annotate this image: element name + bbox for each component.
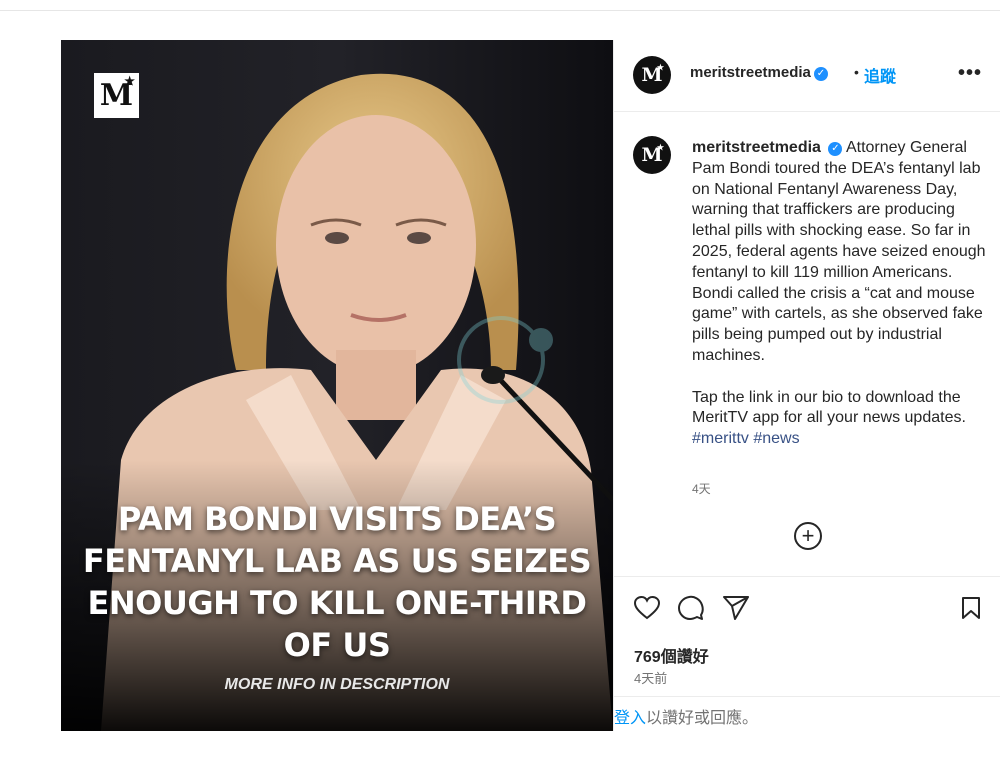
separator-dot: • [854,64,859,80]
login-prompt-text: 以讚好或回應。 [646,710,759,727]
paper-plane-icon[interactable] [721,593,751,623]
caption-text: Attorney General Pam Bondi toured the DE… [692,139,986,364]
post-image[interactable]: M ★ PAM BONDI VISITS DEA’S FENTANYL LAB A… [61,40,613,731]
caption-text-2: Tap the link in our bio to download the … [692,388,966,427]
hashtag-merittv[interactable]: #merittv [692,430,749,447]
header-avatar[interactable]: M ★ [633,56,671,94]
action-bar: 769個讚好 4天前 [614,576,1000,696]
login-link[interactable]: 登入 [614,710,646,727]
hashtag-news[interactable]: #news [753,430,799,447]
more-info-text: MORE INFO IN DESCRIPTION [224,676,450,693]
add-comment-button[interactable]: + [794,522,822,550]
caption-avatar[interactable]: M ★ [633,136,671,174]
post-sidebar: M ★ meritstreetmedia ✓ • 追蹤 ••• M ★ meritst… [613,40,1000,731]
verified-badge-icon: ✓ [813,66,828,81]
post-timestamp: 4天前 [634,671,668,686]
caption-username[interactable]: meritstreetmedia [692,139,821,156]
comment-bubble-icon[interactable] [676,593,706,623]
caption-timestamp: 4天 [692,482,711,496]
post-caption: meritstreetmedia ✓ Attorney General Pam … [692,138,992,471]
image-headline: PAM BONDI VISITS DEA’S FENTANYL LAB AS U… [82,500,592,664]
post-container: M ★ PAM BONDI VISITS DEA’S FENTANYL LAB A… [61,40,1000,731]
verified-badge-icon: ✓ [828,142,843,157]
heart-icon[interactable] [632,593,662,623]
follow-button[interactable]: 追蹤 [864,63,896,87]
header-username[interactable]: meritstreetmedia ✓ [690,64,828,81]
post-header: M ★ meritstreetmedia ✓ • 追蹤 ••• [614,40,1000,112]
likes-count[interactable]: 769個讚好 [634,643,709,667]
plus-icon: + [801,523,815,548]
more-options-icon[interactable]: ••• [958,62,982,85]
top-divider [0,10,1000,11]
brand-logo: M ★ [94,73,139,118]
bookmark-icon[interactable] [956,593,986,623]
login-prompt: 登入以讚好或回應。 [614,696,1000,731]
